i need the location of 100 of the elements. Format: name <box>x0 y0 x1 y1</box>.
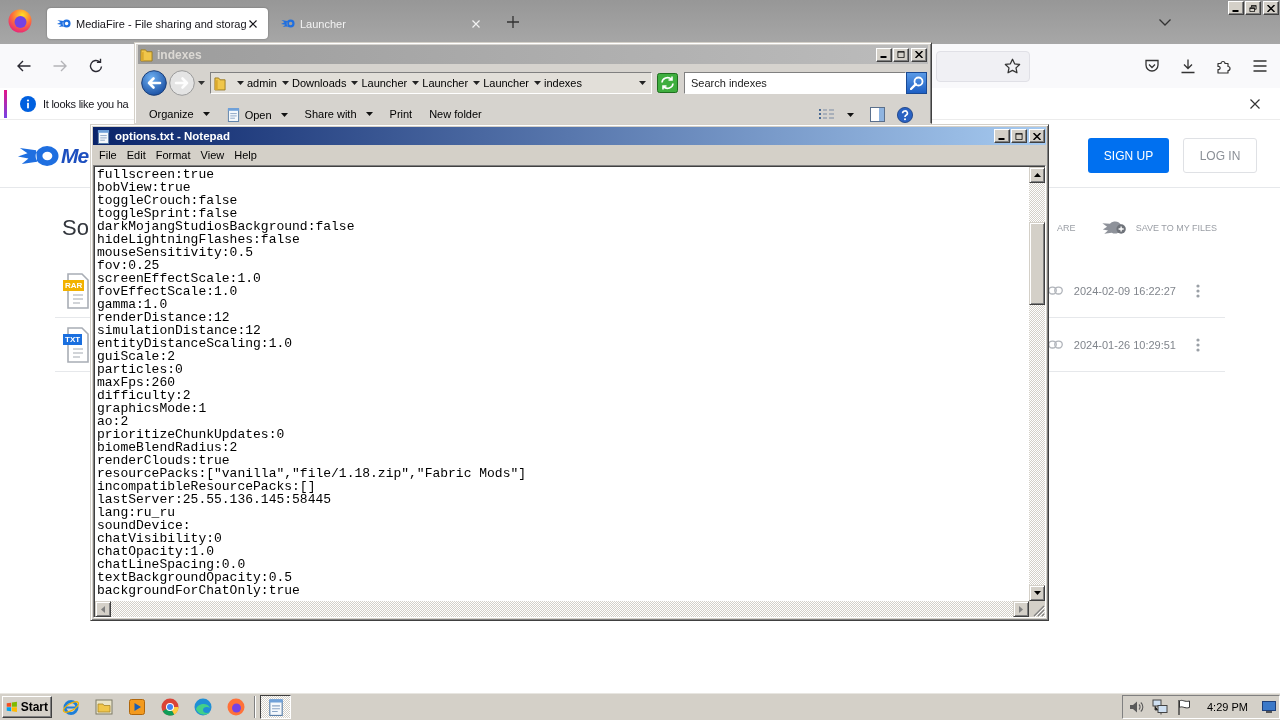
down-triangle-icon <box>1033 591 1041 595</box>
taskbar-button[interactable] <box>260 694 291 719</box>
scroll-up-button[interactable] <box>1029 167 1045 183</box>
back-arrow-icon[interactable] <box>16 58 32 74</box>
caret-icon[interactable] <box>847 113 854 117</box>
more-options-icon[interactable] <box>1196 283 1200 298</box>
vertical-scrollbar[interactable] <box>1029 167 1045 601</box>
left-triangle-icon <box>101 605 105 613</box>
search-button[interactable] <box>906 72 927 94</box>
flame-icon <box>281 18 295 29</box>
flame-logo-icon[interactable] <box>17 143 59 168</box>
menu-item[interactable]: Edit <box>121 149 151 161</box>
close-icon[interactable] <box>248 19 257 28</box>
refresh-button[interactable] <box>657 73 678 93</box>
maximize-icon <box>897 51 905 58</box>
text-line: entityDistanceScaling:1.0 <box>97 337 293 350</box>
menu-item[interactable]: Format <box>150 149 196 161</box>
pocket-shield-icon[interactable] <box>1144 58 1160 74</box>
network-icon[interactable] <box>1152 698 1168 715</box>
preview-pane-icon[interactable] <box>870 107 885 122</box>
info-icon <box>20 95 36 112</box>
text-line: gamma:1.0 <box>97 298 168 311</box>
toolbar-button[interactable]: Print <box>389 107 413 121</box>
text-line: fullscreen:true <box>97 168 215 181</box>
link-icon[interactable] <box>1047 340 1063 349</box>
menu-icon[interactable] <box>1252 58 1268 74</box>
resize-grip-icon[interactable] <box>1033 605 1045 617</box>
minimize-button[interactable] <box>1228 1 1244 15</box>
desktop-icon[interactable] <box>1262 700 1276 713</box>
text-line: textBackgroundOpacity:0.5 <box>97 571 293 584</box>
scroll-down-button[interactable] <box>1029 585 1045 601</box>
toolbar-button[interactable]: Share with <box>304 107 373 121</box>
notepad-icon <box>226 107 240 122</box>
start-button[interactable]: Start <box>2 695 52 718</box>
file-date: 2024-01-26 10:29:51 <box>1073 338 1176 351</box>
caret-icon[interactable] <box>351 81 359 85</box>
breadcrumb-item[interactable]: admin <box>247 77 277 89</box>
chevron-down-icon[interactable] <box>1159 19 1171 26</box>
breadcrumb-item[interactable]: Launcher <box>422 77 469 89</box>
back-arrow-button[interactable] <box>141 70 167 96</box>
close-icon <box>1033 132 1041 140</box>
caret-icon[interactable] <box>473 81 481 85</box>
flag-icon[interactable] <box>1176 698 1192 715</box>
scroll-thumb[interactable] <box>1029 222 1045 305</box>
scroll-right-button[interactable] <box>1013 601 1029 617</box>
flag-icon <box>6 699 18 714</box>
reload-icon[interactable] <box>88 58 104 74</box>
close-button[interactable] <box>1029 129 1045 143</box>
puzzle-icon[interactable] <box>1216 58 1232 74</box>
address-bar[interactable]: admin Downloads Launcher Launcher Launcher indexes <box>210 72 652 94</box>
caret-icon[interactable] <box>412 81 420 85</box>
search-field[interactable]: Search indexes <box>684 72 906 94</box>
text-line: renderDistance:12 <box>97 311 230 324</box>
signup-button[interactable]: SIGN UP <box>1088 138 1169 173</box>
clock[interactable]: 4:29 PM <box>1207 700 1248 713</box>
window-title: indexes <box>157 47 202 62</box>
file-type-tag: RAR <box>63 279 85 291</box>
link-icon[interactable] <box>1047 286 1063 295</box>
scroll-left-button[interactable] <box>95 601 111 617</box>
toolbar-button[interactable]: New folder <box>429 107 482 121</box>
right-triangle-icon <box>1019 605 1023 613</box>
breadcrumb-item[interactable]: Launcher <box>483 77 529 89</box>
horizontal-scrollbar[interactable] <box>95 601 1029 617</box>
caret-icon[interactable] <box>237 81 244 85</box>
file-date: 2024-02-09 16:22:27 <box>1073 284 1176 297</box>
menu-item[interactable]: View <box>195 149 230 161</box>
caret-icon[interactable] <box>198 81 205 85</box>
folder-icon <box>95 697 113 716</box>
caret-icon[interactable] <box>534 81 541 85</box>
address-field[interactable] <box>936 50 1030 82</box>
restore-button[interactable] <box>1245 1 1261 15</box>
breadcrumb-item[interactable]: indexes <box>544 77 582 89</box>
more-options-icon[interactable] <box>1196 337 1200 352</box>
help-icon[interactable] <box>897 107 913 123</box>
caret-icon[interactable] <box>281 81 289 85</box>
up-triangle-icon <box>1033 173 1041 177</box>
close-button[interactable] <box>1263 1 1279 15</box>
maximize-button[interactable] <box>1011 129 1027 143</box>
menu-item[interactable]: Help <box>229 149 262 161</box>
minimize-button[interactable] <box>994 129 1010 143</box>
browser-tab[interactable]: MediaFire - File sharing and storag <box>47 8 268 39</box>
flame-plus-icon[interactable] <box>1101 220 1129 236</box>
logo-text[interactable]: Me <box>61 143 89 168</box>
text-line: particles:0 <box>97 363 183 376</box>
toolbar-button[interactable]: Organize <box>149 107 210 121</box>
caret-icon <box>202 112 210 116</box>
flame-globe-icon[interactable] <box>8 9 32 33</box>
text-line: resourcePacks:["vanilla","file/1.18.zip","Fabric Mods"] <box>97 467 527 480</box>
menu-item[interactable]: File <box>94 149 122 161</box>
text-line: graphicsMode:1 <box>97 402 207 415</box>
close-icon[interactable] <box>1250 98 1260 109</box>
plus-icon[interactable] <box>507 16 519 28</box>
download-icon[interactable] <box>1180 58 1196 74</box>
breadcrumb-item[interactable]: Launcher <box>361 77 408 89</box>
star-icon[interactable] <box>1004 57 1021 75</box>
list-view-icon[interactable] <box>819 108 834 120</box>
text-line: prioritizeChunkUpdates:0 <box>97 428 285 441</box>
toolbar-button[interactable]: Open <box>226 107 288 122</box>
breadcrumb-item[interactable]: Downloads <box>291 77 347 89</box>
dropdown-caret-icon[interactable] <box>639 81 646 85</box>
